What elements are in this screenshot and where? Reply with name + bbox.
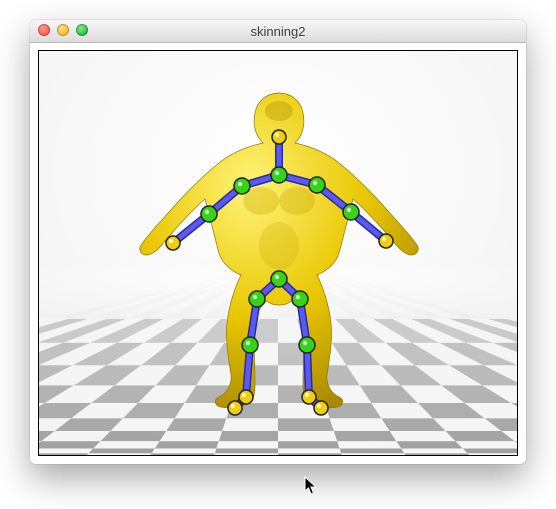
joint-r_hip[interactable] <box>292 291 308 307</box>
joint-neck[interactable] <box>271 167 287 183</box>
joint-r_ankle[interactable] <box>302 390 316 404</box>
joint-r_knee[interactable] <box>299 337 315 353</box>
joint-r_wrist[interactable] <box>379 234 393 248</box>
minimize-icon[interactable] <box>57 24 69 36</box>
joint-l_toe[interactable] <box>228 401 242 415</box>
joint-l_knee[interactable] <box>242 337 258 353</box>
window-title: skinning2 <box>251 24 306 39</box>
joint-l_shoulder[interactable] <box>234 178 250 194</box>
close-icon[interactable] <box>38 24 50 36</box>
titlebar[interactable]: skinning2 <box>30 20 526 43</box>
joint-r_elbow[interactable] <box>343 204 359 220</box>
gl-viewport[interactable] <box>38 50 518 456</box>
joint-r_shoulder[interactable] <box>309 177 325 193</box>
joint-l_hip[interactable] <box>249 291 265 307</box>
joint-pelvis[interactable] <box>271 271 287 287</box>
zoom-icon[interactable] <box>76 24 88 36</box>
application-window: skinning2 <box>30 20 526 464</box>
joint-l_elbow[interactable] <box>201 206 217 222</box>
joint-l_ankle[interactable] <box>239 390 253 404</box>
joint-r_toe[interactable] <box>314 401 328 415</box>
cursor-icon <box>304 476 320 496</box>
joint-l_wrist[interactable] <box>166 236 180 250</box>
window-controls <box>38 24 88 36</box>
joint-head[interactable] <box>272 130 286 144</box>
scene-svg <box>39 51 517 455</box>
